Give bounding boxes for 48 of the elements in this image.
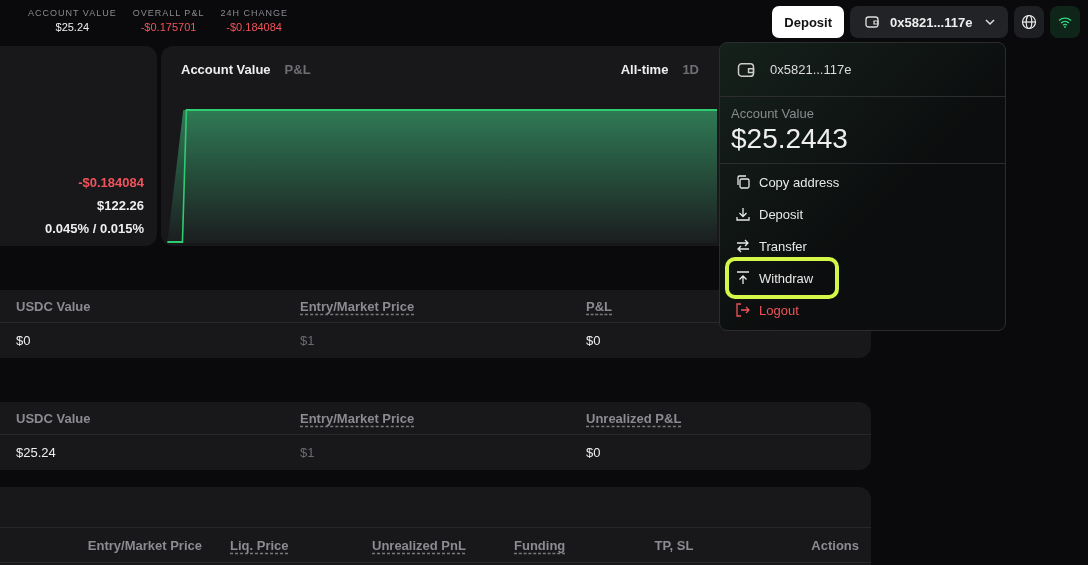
chart-tab[interactable]: P&L [284,62,311,77]
deposit-button[interactable]: Deposit [772,6,844,38]
column-header: Liq. Price [229,537,289,553]
account-value-label: Account Value [731,106,815,121]
wallet-button[interactable]: 0x5821...117e [850,6,1008,38]
summary-value: -$0.184084 [78,175,144,190]
table-cell-text: $0 [586,445,602,460]
wallet-address: 0x5821...117e [770,62,852,77]
menu-item[interactable]: Copy address [725,166,854,198]
transfer-icon [735,238,751,254]
table-cell-text: $0 [586,333,602,348]
table-cell-text: $25.24 [16,445,57,460]
column-header: Entry/Market Price [87,537,203,553]
stat-label: 24H CHANGE [220,7,288,18]
table-cell-text: $0 [16,333,32,348]
summary-value: $122.26 [97,198,144,213]
column-header: TP, SL [654,537,694,553]
download-icon [735,206,751,222]
account-value: $25.2443 [731,123,849,155]
range-tab[interactable]: All-time [620,62,669,77]
table-cell-text: $1 [300,445,316,460]
chart-tab[interactable]: Account Value [181,62,271,77]
stat-label: OVERALL P&L [132,7,205,18]
wallet-icon [864,14,880,30]
summary-value: 0.045% / 0.015% [44,221,144,236]
globe-icon [1021,14,1037,30]
column-header: Entry/Market Price [300,410,415,426]
menu-item[interactable]: Deposit [725,198,818,230]
stat-value: -$0.175701 [140,20,197,33]
connection-button[interactable] [1050,6,1080,38]
stat-value: -$0.184084 [226,20,282,33]
stat-label: ACCOUNT VALUE [28,7,117,18]
column-header: USDC Value [16,410,91,426]
range-tab[interactable]: 1D [682,62,699,77]
column-header: Funding [513,537,566,553]
column-header: Unrealized PnL [371,537,466,553]
copy-icon [735,174,751,190]
stat-value: $25.24 [55,20,90,33]
column-header: P&L [586,298,612,314]
language-button[interactable] [1014,6,1044,38]
column-header: Entry/Market Price [300,298,415,314]
column-header: Actions [811,537,859,553]
column-header: USDC Value [16,298,91,314]
upload-icon [735,270,751,286]
logout-icon [735,302,751,318]
menu-item[interactable]: Withdraw [725,257,840,299]
table-cell-text: $1 [300,333,316,348]
column-header: Unrealized P&L [586,410,682,426]
